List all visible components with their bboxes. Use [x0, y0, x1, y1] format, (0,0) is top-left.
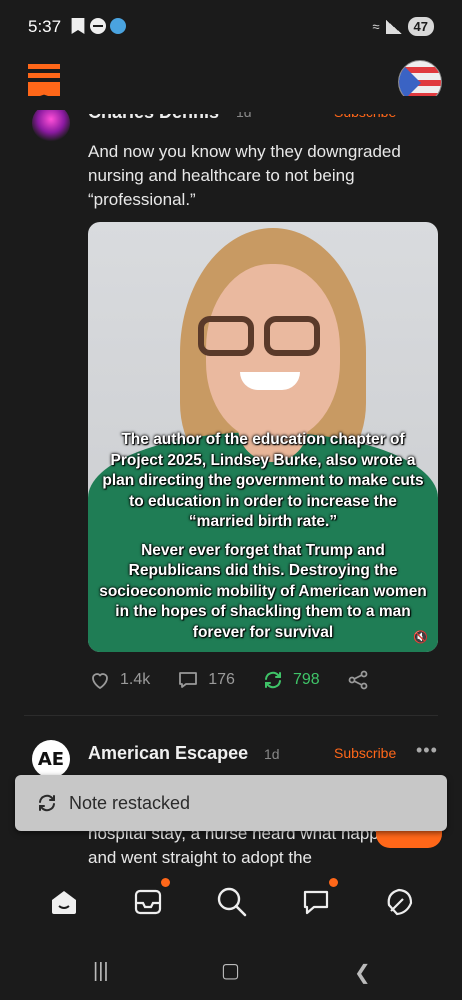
- share-button[interactable]: [346, 668, 370, 692]
- inbox-tab[interactable]: [130, 878, 170, 920]
- home-tab[interactable]: [46, 884, 82, 920]
- image-caption: The author of the education chapter of P…: [96, 430, 430, 643]
- post-author-avatar[interactable]: AE: [32, 740, 70, 778]
- back-button[interactable]: ❮: [354, 960, 371, 985]
- restack-count: 798: [292, 671, 320, 688]
- bookmark-notification-icon: [71, 18, 85, 34]
- battery-indicator: 47: [407, 17, 434, 36]
- restack-button[interactable]: 798: [261, 668, 320, 692]
- image-caption-paragraph: The author of the education chapter of P…: [102, 431, 424, 530]
- restack-icon: [264, 671, 281, 689]
- status-time: 5:37: [28, 17, 62, 36]
- toast-notification: Note restacked: [15, 775, 447, 831]
- wifi-icon: ≈: [372, 19, 380, 34]
- app-bar-background: [0, 96, 462, 110]
- activity-tab[interactable]: [382, 884, 418, 920]
- search-tab[interactable]: [214, 884, 250, 920]
- status-system-icons: ≈ 47: [372, 17, 434, 36]
- share-icon: [348, 670, 368, 690]
- search-icon: [217, 887, 247, 917]
- comment-count: 176: [208, 671, 235, 688]
- dnd-icon: [90, 18, 106, 34]
- chat-notification-dot: [329, 878, 338, 887]
- status-bar: 5:37 ≈ 47: [0, 0, 462, 56]
- subscribe-button[interactable]: Subscribe: [334, 745, 396, 761]
- post-divider: [24, 715, 438, 716]
- activity-icon: [387, 888, 413, 916]
- post-timestamp: 1d: [264, 746, 280, 762]
- comment-button[interactable]: 176: [176, 668, 235, 692]
- comment-icon: [179, 672, 198, 688]
- bottom-navigation: [0, 868, 462, 942]
- post-image[interactable]: The author of the education chapter of P…: [88, 222, 438, 652]
- home-button[interactable]: ▢: [221, 958, 240, 983]
- chat-icon: [303, 890, 329, 915]
- post-author-name[interactable]: American Escapee: [88, 743, 248, 764]
- recent-apps-button[interactable]: |||: [93, 960, 109, 983]
- status-notification-icons: [70, 18, 126, 34]
- more-options-icon[interactable]: •••: [416, 740, 438, 761]
- inbox-notification-dot: [161, 878, 170, 887]
- signal-icon: [385, 19, 402, 34]
- mute-icon[interactable]: 🔇: [413, 630, 428, 644]
- image-caption-paragraph: Never ever forget that Trump and Republi…: [99, 541, 427, 641]
- chat-tab[interactable]: [298, 878, 338, 920]
- system-navigation-bar: ||| ▢ ❮: [0, 942, 462, 1000]
- substack-logo-icon[interactable]: [28, 64, 60, 100]
- heart-icon: [92, 673, 108, 690]
- restack-icon: [39, 794, 55, 812]
- location-app-icon: [110, 18, 126, 34]
- toast-text: Note restacked: [69, 792, 191, 813]
- like-count: 1.4k: [120, 671, 151, 688]
- inbox-icon: [134, 889, 162, 915]
- post-actions: 1.4k 176 798: [88, 666, 408, 694]
- post-body-text: And now you know why they downgraded nur…: [88, 142, 401, 209]
- home-icon: [52, 891, 76, 914]
- like-button[interactable]: 1.4k: [88, 668, 150, 692]
